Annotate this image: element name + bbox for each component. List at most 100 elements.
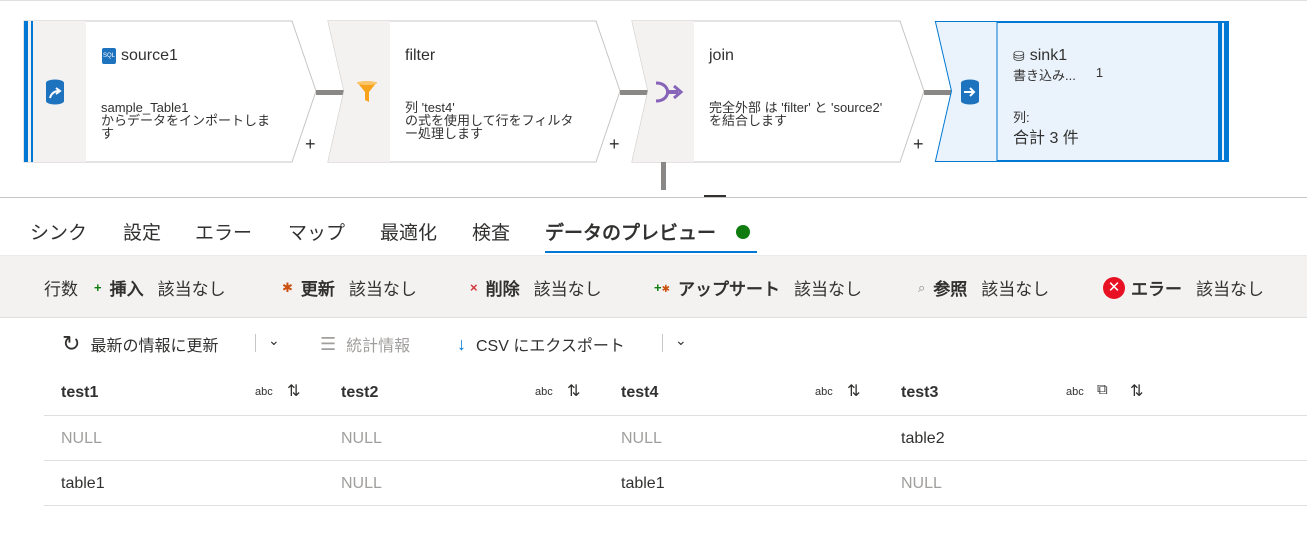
node-title-text: source1 [121, 47, 178, 64]
refresh-icon: ↻ [62, 331, 81, 356]
stats-label-text: 行数 [44, 280, 78, 299]
stat-label: エラー [1131, 280, 1182, 299]
stat-lookup: ⌕ 参照 該当なし [918, 275, 1049, 300]
insert-plus-icon: + [94, 280, 102, 295]
sort-icon[interactable]: ⇅ [847, 381, 860, 401]
data-preview-grid: test1 abc ⇅ test2 abc ⇅ test4 abc ⇅ test… [44, 368, 1307, 506]
filter-funnel-icon [336, 21, 398, 162]
node-title: join [709, 47, 734, 65]
table-row[interactable]: table1 NULL table1 NULL [44, 461, 1307, 506]
tab-mapping[interactable]: マップ [288, 218, 345, 245]
table-cell: NULL [341, 475, 382, 492]
stat-update: ✱ 更新 該当なし [282, 275, 417, 300]
table-cell: NULL [341, 430, 382, 447]
preview-toolbar: ↻ 最新の情報に更新 ⌄ ☰ 統計情報 ↓ CSV にエクスポート ⌄ [0, 318, 1307, 368]
active-tab-indicator [545, 251, 757, 253]
toolbar-divider [255, 334, 256, 352]
database-source-icon [24, 21, 86, 162]
add-transformation-button[interactable]: + [609, 135, 620, 153]
stat-error: ✕ エラー 該当なし [1103, 275, 1264, 300]
sql-icon: SQL [102, 48, 116, 64]
flow-node-filter[interactable]: filter 列 'test4' の式を使用して行をフィルタ ー処理します [327, 20, 621, 163]
node-description: 列 'test4' の式を使用して行をフィルタ ー処理します [405, 100, 574, 141]
export-csv-label: CSV にエクスポート [476, 338, 625, 355]
sort-icon[interactable]: ⇅ [1130, 381, 1143, 401]
flow-node-source1[interactable]: SQL source1 sample_Table1 からデータをインポートしま … [23, 20, 317, 163]
stat-label: 更新 [300, 280, 335, 299]
node-title: filter [405, 47, 435, 65]
table-cell: table2 [901, 430, 945, 447]
statistics-button[interactable]: ☰ 統計情報 [320, 332, 410, 356]
tab-sink[interactable]: シンク [30, 218, 87, 245]
node-title: ⛁ sink1 [1013, 47, 1067, 65]
grid-header-row: test1 abc ⇅ test2 abc ⇅ test4 abc ⇅ test… [44, 368, 1307, 416]
sink-write-label: 書き込み... [1013, 68, 1076, 83]
stat-label: 参照 [933, 280, 968, 299]
stat-value: 該当なし [1196, 280, 1264, 299]
stats-label: 行数 [44, 275, 78, 300]
database-sink-icon [939, 21, 1001, 162]
flow-node-join[interactable]: join 完全外部 は 'filter' と 'source2' を結合します [631, 20, 925, 163]
refresh-label: 最新の情報に更新 [90, 338, 219, 355]
statistics-label: 統計情報 [346, 338, 411, 355]
chevron-down-icon: ⌄ [268, 332, 280, 348]
upsert-icon: +✱ [654, 280, 670, 295]
table-cell: NULL [901, 475, 942, 492]
sort-icon[interactable]: ⇅ [567, 381, 580, 401]
column-header-test3[interactable]: test3 [901, 384, 938, 402]
stat-value: 該当なし [157, 280, 226, 299]
sort-icon[interactable]: ⇅ [287, 381, 300, 401]
join-icon [638, 21, 700, 162]
stat-value: 該当なし [981, 280, 1050, 299]
column-type-string: abc [815, 386, 833, 398]
stat-label: アップサート [677, 280, 780, 299]
stat-value: 該当なし [348, 280, 417, 299]
flow-connector-vertical [661, 162, 666, 190]
row-count-stats: 行数 + 挿入 該当なし ✱ 更新 該当なし × 削除 該当なし +✱ アップサ… [0, 255, 1307, 318]
table-cell: table1 [61, 475, 105, 492]
sink-write-count: 1 [1095, 65, 1104, 80]
flow-node-sink1[interactable]: ⛁ sink1 書き込み... 1 列: 合計 3 件 [934, 21, 1229, 162]
chevron-down-icon: ⌄ [675, 332, 687, 348]
stat-upsert: +✱ アップサート 該当なし [654, 275, 862, 300]
stat-label: 挿入 [109, 280, 144, 299]
column-type-string: abc [255, 386, 273, 398]
sink-columns-value: 合計 3 件 [1013, 130, 1079, 147]
sink-write-info: 書き込み... 1 [1013, 65, 1103, 84]
tab-data-preview[interactable]: データのプレビュー [545, 218, 716, 245]
column-header-test2[interactable]: test2 [341, 384, 378, 402]
settings-tabs: シンク 設定 エラー マップ 最適化 検査 データのプレビュー [0, 197, 1307, 255]
column-header-test4[interactable]: test4 [621, 384, 658, 402]
copy-icon[interactable]: ⧉ [1097, 381, 1108, 398]
tab-settings[interactable]: 設定 [123, 218, 161, 245]
refresh-dropdown[interactable]: ⌄ [268, 332, 280, 349]
node-description: 完全外部 は 'filter' と 'source2' を結合します [709, 100, 883, 128]
tab-optimize[interactable]: 最適化 [380, 218, 437, 245]
add-transformation-button[interactable]: + [913, 135, 924, 153]
tab-errors[interactable]: エラー [195, 218, 252, 245]
node-title-text: join [709, 47, 734, 64]
node-title-text: sink1 [1029, 47, 1068, 64]
column-header-test1[interactable]: test1 [61, 384, 98, 402]
stat-value: 該当なし [793, 280, 862, 299]
tab-inspect[interactable]: 検査 [472, 218, 510, 245]
statistics-icon: ☰ [320, 333, 337, 354]
stat-label: 削除 [485, 280, 520, 299]
error-circle-icon: ✕ [1103, 276, 1125, 299]
export-dropdown[interactable]: ⌄ [675, 332, 687, 349]
status-ready-icon [736, 225, 750, 239]
download-arrow-icon: ↓ [457, 333, 466, 354]
flow-canvas: SQL source1 sample_Table1 からデータをインポートしま … [0, 0, 1307, 197]
stat-value: 該当なし [533, 280, 602, 299]
node-title: SQL source1 [102, 47, 178, 65]
refresh-button[interactable]: ↻ 最新の情報に更新 [62, 332, 218, 356]
node-description: sample_Table1 からデータをインポートしま す [101, 100, 271, 141]
update-asterisk-icon: ✱ [282, 279, 293, 295]
export-csv-button[interactable]: ↓ CSV にエクスポート [457, 332, 625, 356]
table-cell: NULL [61, 430, 102, 447]
toolbar-divider [662, 334, 663, 352]
table-cell: NULL [621, 430, 662, 447]
add-transformation-button[interactable]: + [305, 135, 316, 153]
table-cell: table1 [621, 475, 665, 492]
table-row[interactable]: NULL NULL NULL table2 [44, 416, 1307, 461]
